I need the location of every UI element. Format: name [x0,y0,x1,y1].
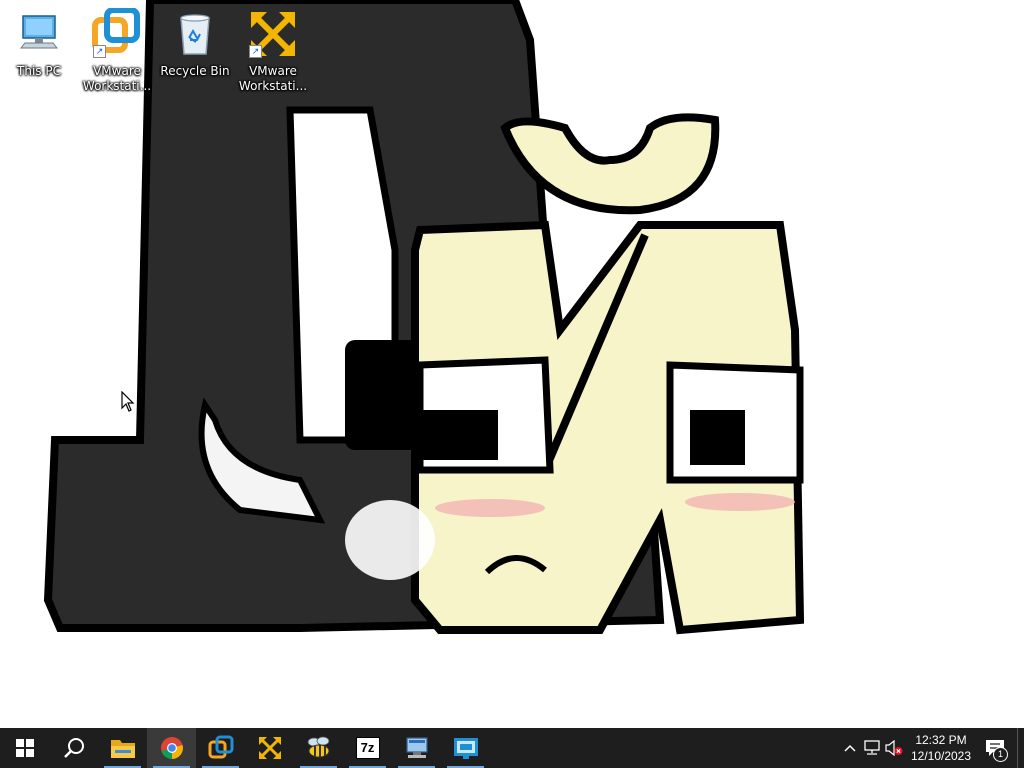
this-pc-icon [13,8,65,60]
taskbar-network-app[interactable] [392,728,441,768]
windows-logo-icon [15,739,34,757]
remote-desktop-icon [453,738,478,759]
network-icon [864,740,880,755]
desktop-icon-label: Recycle Bin [160,64,230,78]
chrome-icon [160,737,183,759]
7zip-icon: 7z [355,737,380,759]
bee-icon [307,736,329,758]
desktop-icon-recycle-bin[interactable]: Recycle Bin [158,8,232,79]
desktop-icon-vmware-workstation[interactable]: ↗ VMware Workstati... [80,7,154,94]
vmware-player-icon [258,737,281,759]
search-button[interactable] [49,728,98,768]
volume-muted-icon [885,740,903,756]
7zip-icon-text: 7z [360,740,375,755]
shortcut-arrow-icon: ↗ [249,45,262,58]
desktop-icon-this-pc[interactable]: This PC [2,8,76,79]
recycle-bin-icon [169,8,221,60]
desktop-icon-label: This PC [17,64,61,78]
search-icon [63,738,84,758]
show-hidden-icons-button[interactable] [839,728,861,768]
network-status-button[interactable] [861,728,883,768]
show-desktop-button[interactable] [1017,728,1024,768]
clock-date: 12/10/2023 [910,749,972,763]
desktop-icon-label: VMware Workstati... [82,64,152,93]
chevron-up-icon [844,744,856,752]
vmware-icon [208,735,233,759]
taskbar-7zip[interactable]: 7z [343,728,392,768]
notification-count-badge: 1 [993,747,1008,762]
vmware-workstation-icon: ↗ [91,7,143,60]
desktop-icon-vmware-workstation-player[interactable]: ↗ VMware Workstati... [236,8,310,94]
clock-time: 12:32 PM [915,733,967,747]
action-center-button[interactable]: 1 [977,728,1013,768]
network-computer-icon [405,737,428,758]
desktop-wallpaper [0,0,1024,728]
folder-icon [110,740,135,758]
vmware-workstation-player-icon: ↗ [247,8,299,60]
shortcut-arrow-icon: ↗ [93,45,106,58]
desktop-icon-label: VMware Workstati... [238,64,308,93]
taskbar-vmware-player[interactable] [245,728,294,768]
clock[interactable]: 12:32 PM 12/10/2023 [905,728,977,768]
taskbar-chrome[interactable] [147,728,196,768]
mouse-cursor-icon [121,391,135,412]
volume-button[interactable] [883,728,905,768]
taskbar: 7z 12:32 PM 12/10/2023 1 [0,728,1024,768]
taskbar-remote-desktop[interactable] [441,728,490,768]
taskbar-vmware-workstation[interactable] [196,728,245,768]
system-tray: 12:32 PM 12/10/2023 1 [839,728,1024,768]
start-button[interactable] [0,728,49,768]
taskbar-bee-app[interactable] [294,728,343,768]
taskbar-file-explorer[interactable] [98,728,147,768]
